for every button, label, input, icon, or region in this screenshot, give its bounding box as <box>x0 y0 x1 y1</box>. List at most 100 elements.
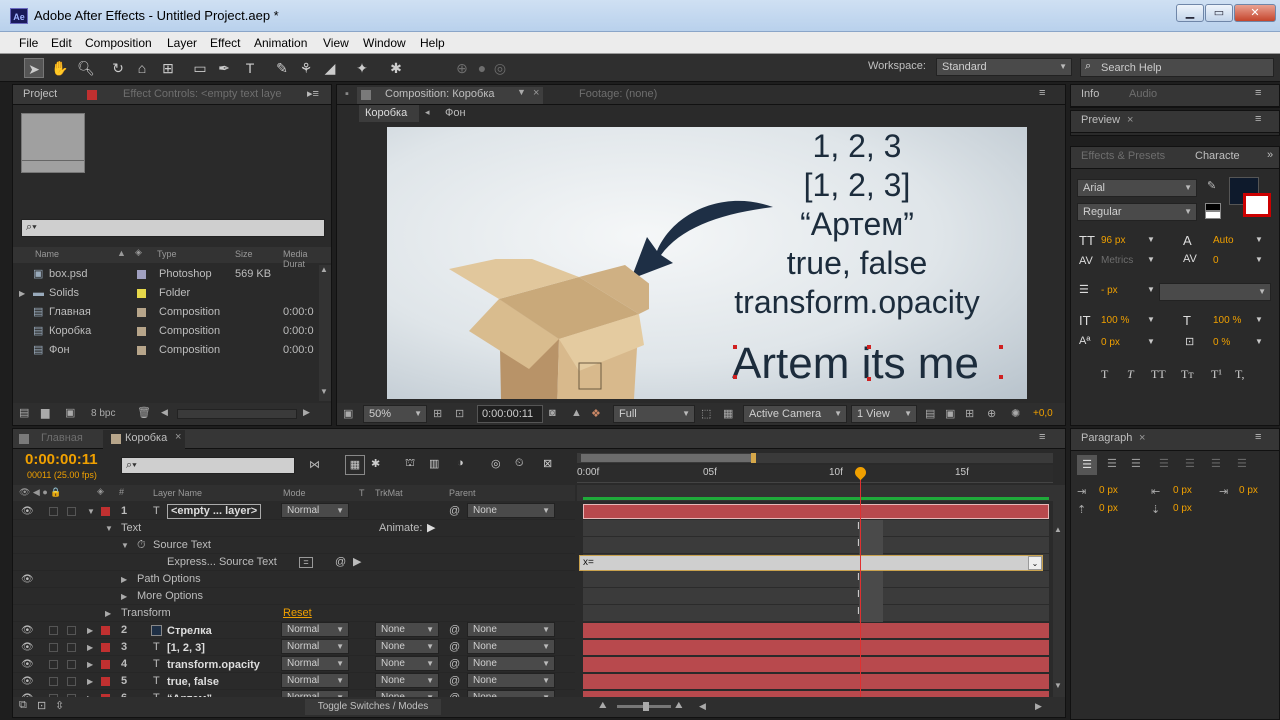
expression-language-menu-icon[interactable]: ▶ <box>353 554 361 571</box>
dropdown-arrow-icon[interactable]: ▼ <box>1147 235 1155 244</box>
stroke-color-swatch[interactable] <box>1243 193 1271 217</box>
col-mode[interactable]: Mode <box>283 488 306 498</box>
show-snapshot-icon[interactable]: ▲ <box>571 407 582 419</box>
search-help-field[interactable]: ⌕ Search Help <box>1080 58 1274 77</box>
col-layer-name[interactable]: Layer Name <box>153 488 202 498</box>
work-area-bar[interactable] <box>577 453 1053 463</box>
tab-composition[interactable]: Composition: Коробка <box>385 88 494 100</box>
timeline-layer-row[interactable]: 👁︎▶6T“Артем”NormalNone@None <box>13 690 575 697</box>
expand-arrow-icon[interactable]: ▶ <box>87 639 93 656</box>
panel-menu-icon[interactable]: ▸≡ <box>307 87 319 100</box>
trash-icon[interactable]: 🗑︎ <box>137 406 151 419</box>
expand-arrow-icon[interactable]: ▶ <box>87 673 93 690</box>
tab-character[interactable]: Characte <box>1195 150 1240 162</box>
pickwhip-icon[interactable]: @ <box>449 673 460 690</box>
timeline-layer-row[interactable]: 👁︎ ▶ 2 Стрелка Normal None @ None <box>13 622 575 639</box>
timeline-current-time[interactable]: 0:00:00:11 <box>25 451 98 468</box>
comp-dropdown-icon[interactable]: ▼ <box>517 87 526 97</box>
timeline-layer-row[interactable]: 👁︎ ▼ 1 T <empty ... layer> Normal @ None <box>13 503 575 520</box>
kerning-value[interactable]: Metrics <box>1101 255 1133 266</box>
trkmat-dropdown[interactable]: None <box>375 656 439 671</box>
menu-file[interactable]: File <box>19 36 38 50</box>
tab-audio[interactable]: Audio <box>1129 88 1157 100</box>
col-trkmat[interactable]: TrkMat <box>375 488 403 498</box>
shy-layers-icon[interactable]: ✱ <box>371 457 380 470</box>
timeline-search-input[interactable]: ⌕▾ <box>121 457 295 474</box>
faux-bold-button[interactable]: T <box>1101 367 1108 382</box>
pan-behind-tool-icon[interactable]: ⊞ <box>158 58 178 78</box>
layer-name[interactable]: Стрелка <box>167 623 212 640</box>
brush-tool-icon[interactable]: ✎ <box>272 58 292 78</box>
align-left-icon[interactable]: ☰ <box>1077 455 1097 475</box>
always-preview-icon[interactable]: ▣ <box>343 407 353 420</box>
zoom-slider-thumb[interactable] <box>643 702 649 711</box>
panel-menu-icon[interactable]: ≡ <box>1255 87 1261 99</box>
exposure-value[interactable]: +0,0 <box>1033 408 1053 419</box>
expand-in-out-icon[interactable]: ⇳ <box>55 699 64 712</box>
toggle-switches-modes-button[interactable]: Toggle Switches / Modes <box>305 699 441 715</box>
tab-project[interactable]: Project <box>23 88 57 100</box>
puppet-tool-icon[interactable]: ✱ <box>386 58 406 78</box>
expression-field[interactable]: x= ⌄ <box>579 555 1043 571</box>
small-caps-button[interactable]: Tт <box>1181 367 1194 382</box>
dropdown-arrow-icon[interactable]: ▼ <box>1147 285 1155 294</box>
trkmat-dropdown[interactable]: None <box>375 673 439 688</box>
zoom-in-icon[interactable]: ⛰ <box>675 700 683 711</box>
tsume-value[interactable]: 0 % <box>1213 337 1230 348</box>
parent-dropdown[interactable]: None <box>467 656 555 671</box>
tab-korobka[interactable]: Коробка <box>125 432 167 444</box>
timeline-layer-row[interactable]: 👁︎ ▶ 4 Ttransform.opacity Normal None @ None <box>13 656 575 673</box>
parent-dropdown[interactable]: None <box>467 503 555 518</box>
timeline-vscroll[interactable]: ▲ ▼ <box>1053 485 1065 697</box>
label-color-swatch[interactable] <box>137 346 146 355</box>
project-scrollbar[interactable]: ▲ ▼ <box>319 265 331 401</box>
col-name[interactable]: Name <box>35 249 59 259</box>
justify-right-icon[interactable]: ☰ <box>1211 457 1221 470</box>
dropdown-arrow-icon[interactable]: ▼ <box>1255 235 1263 244</box>
safe-zones-icon[interactable]: ⊞ <box>433 407 442 420</box>
type-tool-icon[interactable]: T <box>240 58 260 78</box>
parent-dropdown[interactable]: None <box>467 690 555 697</box>
faux-italic-button[interactable]: T <box>1127 367 1134 382</box>
minimize-button[interactable]: ▁ <box>1176 4 1204 22</box>
selection-tool-icon[interactable]: ➤ <box>24 58 44 78</box>
channel-icon[interactable]: ❖ <box>591 407 601 420</box>
menu-layer[interactable]: Layer <box>167 36 197 50</box>
expand-arrow-icon[interactable]: ▶ <box>105 605 111 622</box>
new-folder-icon[interactable]: ▆ <box>41 406 49 419</box>
project-item[interactable]: ▣ box.psd Photoshop 569 KB <box>13 265 319 284</box>
resolution-dropdown[interactable]: Full <box>613 405 695 423</box>
layer-name[interactable]: <empty ... layer> <box>167 504 262 519</box>
eye-icon[interactable]: 👁︎ <box>21 656 34 673</box>
dropdown-arrow-icon[interactable]: ▼ <box>1255 337 1263 346</box>
font-family-dropdown[interactable]: Arial <box>1077 179 1197 197</box>
scroll-left-icon[interactable]: ◀ <box>161 407 168 418</box>
work-area-end-handle[interactable] <box>751 453 756 463</box>
layer-label-color[interactable] <box>101 677 110 686</box>
indent-left-value[interactable]: 0 px <box>1099 485 1118 496</box>
eye-icon[interactable]: 👁︎ <box>21 690 34 697</box>
property-row[interactable]: ▼ ⏱︎ Source Text <box>13 537 575 554</box>
blend-mode-dropdown[interactable]: Normal <box>281 622 349 637</box>
hscroll-right-icon[interactable]: ▶ <box>1035 701 1042 712</box>
expand-arrow-icon[interactable]: ▶ <box>19 284 25 303</box>
flowchart-icon[interactable]: ⊕ <box>987 407 996 420</box>
expand-arrow-icon[interactable]: ▶ <box>121 571 127 588</box>
col-size[interactable]: Size <box>235 249 253 259</box>
lock-toggle[interactable] <box>67 677 76 686</box>
trkmat-dropdown[interactable]: None <box>375 639 439 654</box>
layer-name[interactable]: [1, 2, 3] <box>167 640 205 657</box>
property-row[interactable]: ▼ Text Animate: ▶ <box>13 520 575 537</box>
expand-arrow-icon[interactable]: ▶ <box>87 622 93 639</box>
eyedropper-icon[interactable]: ✎ <box>1207 179 1216 192</box>
layer-duration-bar[interactable] <box>583 674 1049 689</box>
region-of-interest-icon[interactable]: ⬚ <box>701 407 711 420</box>
time-ruler[interactable]: 0:00f 05f 10f 15f <box>577 465 1053 483</box>
expand-arrow-icon[interactable]: ▼ <box>87 503 95 520</box>
expand-modes-icon[interactable]: ⊡ <box>37 699 46 712</box>
live-update-icon[interactable]: ⊠ <box>543 457 552 470</box>
label-color-swatch[interactable] <box>137 308 146 317</box>
dropdown-arrow-icon[interactable]: ▼ <box>1147 337 1155 346</box>
property-row[interactable]: ▶ Transform Reset <box>13 605 575 622</box>
stroke-width-value[interactable]: - px <box>1101 285 1118 296</box>
